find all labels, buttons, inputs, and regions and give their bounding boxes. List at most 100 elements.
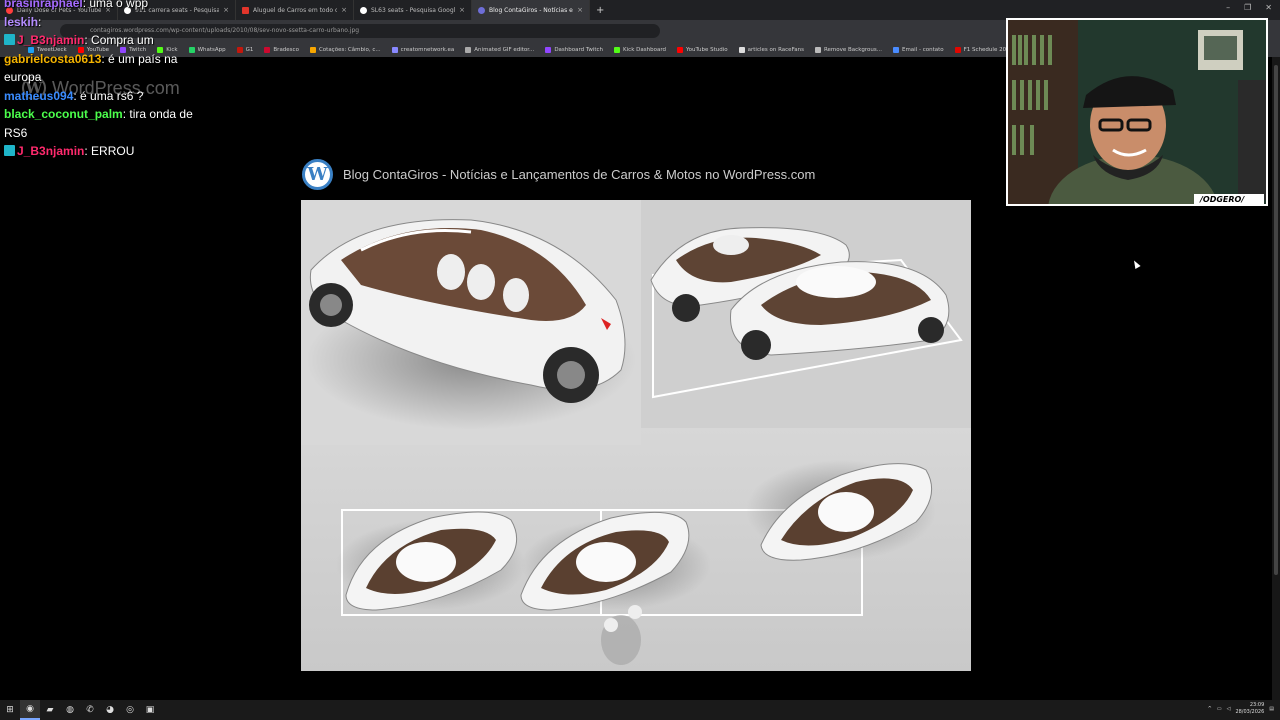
- new-tab-button[interactable]: +: [596, 5, 604, 16]
- app-pink-icon[interactable]: ▣: [140, 700, 160, 720]
- chat-text: : ERROU: [84, 144, 135, 158]
- discord-icon[interactable]: ◕: [100, 700, 120, 720]
- bookmark-label: YouTube Studio: [685, 46, 728, 53]
- page-scrollbar[interactable]: [1272, 57, 1280, 700]
- windows-start-icon[interactable]: ⊞: [0, 700, 20, 720]
- stream-chat-overlay: brasinraphael: uma o wpp leskih: J_B3njami…: [4, 0, 204, 161]
- close-window-button[interactable]: ✕: [1265, 3, 1272, 12]
- car-concept-image: [301, 200, 971, 671]
- chat-username: gabrielcosta0613: [4, 51, 102, 66]
- car-concept-drawing: [301, 200, 971, 671]
- bookmark-label: articles on RaceFans: [747, 46, 804, 53]
- window-controls: – ❐ ✕: [1226, 3, 1272, 12]
- tab-label: SL63 seats - Pesquisa Google: [371, 6, 456, 14]
- close-icon[interactable]: ×: [223, 6, 229, 14]
- bookmark-favicon-icon: [676, 46, 683, 53]
- bookmark-label: Animated GIF editor...: [474, 46, 535, 53]
- tray-arrow-icon[interactable]: ^: [1208, 706, 1212, 712]
- blog-header: W Blog ContaGiros - Notícias e Lançament…: [302, 159, 815, 190]
- tab-label: Aluguel de Carros em todo o m: [253, 6, 338, 14]
- minimize-button[interactable]: –: [1226, 3, 1230, 12]
- bookmark-item[interactable]: F1 Schedule 2026: [954, 46, 1013, 53]
- bookmark-favicon-icon: [892, 46, 899, 53]
- bookmark-item[interactable]: Remove Backgrous...: [814, 46, 882, 53]
- tab-blog-contagiros[interactable]: Blog ContaGiros - Notícias e La ×: [472, 0, 590, 20]
- bookmark-label: Dashboard Twitch: [554, 46, 604, 53]
- chat-text: : Compra um: [84, 33, 154, 47]
- bookmark-item[interactable]: Bradesco: [264, 46, 299, 53]
- bookmark-favicon-icon: [236, 46, 243, 53]
- bookmark-item[interactable]: Email - contato: [892, 46, 944, 53]
- windows-taskbar: ⊞ ◉ ▰ ◍ ✆ ◕ ◎ ▣ ^ ▭ ◁ 23:09 28/03/2026 ▤: [0, 700, 1280, 720]
- chat-username: matheus094: [4, 88, 74, 103]
- wordpress-favicon-icon: [478, 6, 485, 14]
- bookmark-item[interactable]: Kick Dashboard: [614, 46, 666, 53]
- google-favicon-icon: [360, 6, 367, 14]
- bookmark-label: Remove Backgrous...: [823, 46, 882, 53]
- whatsapp-icon[interactable]: ✆: [80, 700, 100, 720]
- bookmark-item[interactable]: Cotações: Câmbio, c...: [309, 46, 381, 53]
- wordpress-logo-icon[interactable]: W: [302, 159, 333, 190]
- bookmark-label: Cotações: Câmbio, c...: [318, 46, 381, 53]
- bookmark-label: G1: [245, 46, 254, 53]
- maximize-button[interactable]: ❐: [1244, 3, 1251, 12]
- bookmark-label: Email - contato: [901, 46, 944, 53]
- tab-label: Blog ContaGiros - Notícias e La: [489, 6, 574, 14]
- bookmark-item[interactable]: G1: [236, 46, 254, 53]
- chat-message: J_B3njamin: Compra um: [4, 31, 204, 50]
- chat-message: J_B3njamin: ERROU: [4, 142, 204, 161]
- bookmark-favicon-icon: [545, 46, 552, 53]
- chat-text: : é uma rs6 ?: [73, 88, 144, 103]
- blog-title[interactable]: Blog ContaGiros - Notícias e Lançamentos…: [343, 167, 815, 182]
- bookmark-favicon-icon: [738, 46, 745, 53]
- chat-text: : uma o wpp: [82, 0, 149, 10]
- chat-username: J_B3njamin: [17, 144, 85, 158]
- bookmark-favicon-icon: [309, 46, 316, 53]
- close-icon[interactable]: ×: [577, 6, 583, 14]
- bookmark-label: Bradesco: [273, 46, 299, 53]
- mouse-cursor-icon: [1131, 259, 1141, 269]
- chat-message: gabrielcosta0613: é um país na europa: [4, 50, 204, 87]
- chrome-icon[interactable]: ◉: [20, 700, 40, 720]
- chat-username: brasinraphael: [4, 0, 83, 10]
- bookmark-item[interactable]: Dashboard Twitch: [545, 46, 604, 53]
- screen: Daily Dose of Pets - YouTube × 911 carre…: [0, 0, 1280, 720]
- network-icon[interactable]: ▭: [1217, 706, 1222, 712]
- webcam-overlay-tag: /ODGERO/: [1199, 195, 1245, 204]
- chat-message: matheus094: é uma rs6 ?: [4, 87, 204, 106]
- chat-message: leskih:: [4, 13, 204, 32]
- clock-date: 28/03/2026: [1235, 708, 1265, 715]
- bookmark-favicon-icon: [814, 46, 821, 53]
- clock[interactable]: 23:09 28/03/2026: [1235, 702, 1264, 715]
- bookmark-item[interactable]: articles on RaceFans: [738, 46, 804, 53]
- tab-aluguel-de-carros[interactable]: Aluguel de Carros em todo o m ×: [236, 0, 354, 20]
- chat-message: black_coconut_palm: tira onda de RS6: [4, 105, 204, 142]
- notifications-icon[interactable]: ▤: [1269, 706, 1274, 712]
- close-icon[interactable]: ×: [459, 6, 465, 14]
- chat-username: J_B3njamin: [17, 33, 85, 47]
- close-icon[interactable]: ×: [341, 6, 347, 14]
- obs-icon[interactable]: ◎: [120, 700, 140, 720]
- bookmark-favicon-icon: [614, 46, 621, 53]
- streamer-webcam: /ODGERO/: [1006, 18, 1268, 206]
- chat-badge-icon: [4, 145, 15, 156]
- chat-text: :: [38, 14, 42, 29]
- tab-sl63-seats[interactable]: SL63 seats - Pesquisa Google ×: [354, 0, 472, 20]
- bookmark-favicon-icon: [954, 46, 961, 53]
- file-explorer-icon[interactable]: ▰: [40, 700, 60, 720]
- bookmark-favicon-icon: [264, 46, 271, 53]
- bookmark-item[interactable]: Animated GIF editor...: [465, 46, 535, 53]
- system-tray: ^ ▭ ◁ 23:09 28/03/2026 ▤: [1208, 702, 1274, 715]
- chat-username: black_coconut_palm: [4, 107, 123, 121]
- bookmark-favicon-icon: [391, 46, 398, 53]
- chat-message: brasinraphael: uma o wpp: [4, 0, 204, 13]
- scrollbar-thumb[interactable]: [1274, 65, 1278, 575]
- app-orange-icon[interactable]: ◍: [60, 700, 80, 720]
- bookmark-item[interactable]: creatomnetwork.ea: [391, 46, 455, 53]
- volume-icon[interactable]: ◁: [1227, 706, 1231, 712]
- bookmark-label: Kick Dashboard: [623, 46, 666, 53]
- bookmark-label: creatomnetwork.ea: [400, 46, 455, 53]
- bookmark-item[interactable]: YouTube Studio: [676, 46, 728, 53]
- chat-badge-icon: [4, 34, 15, 45]
- chat-username: leskih: [4, 14, 39, 29]
